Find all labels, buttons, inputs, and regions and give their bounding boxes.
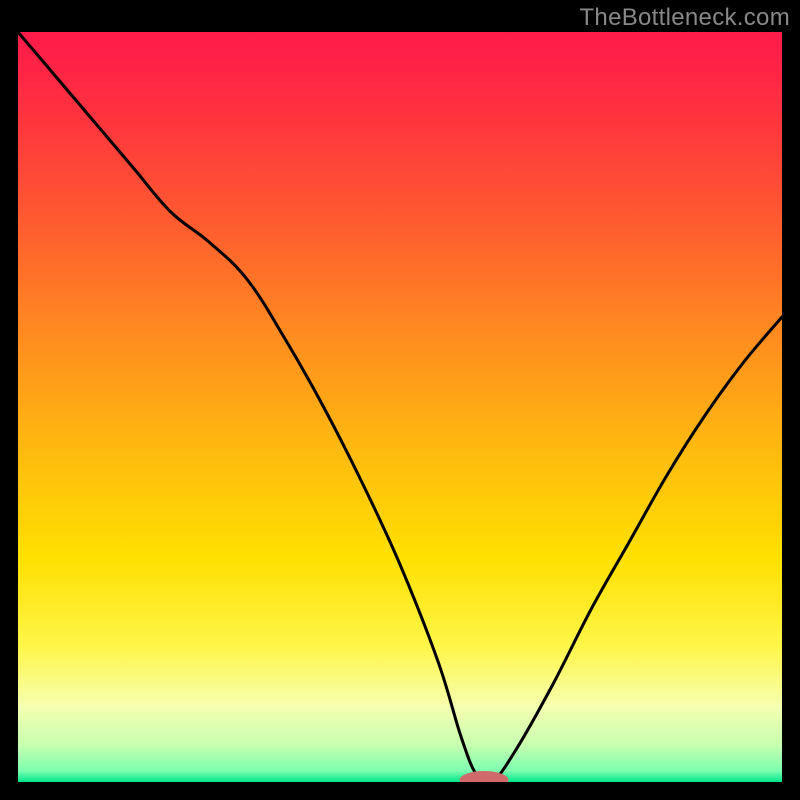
watermark-text: TheBottleneck.com (579, 4, 790, 32)
plot-area (18, 32, 782, 782)
chart-svg (18, 32, 782, 782)
chart-frame: TheBottleneck.com (0, 0, 800, 800)
gradient-background (18, 32, 782, 782)
